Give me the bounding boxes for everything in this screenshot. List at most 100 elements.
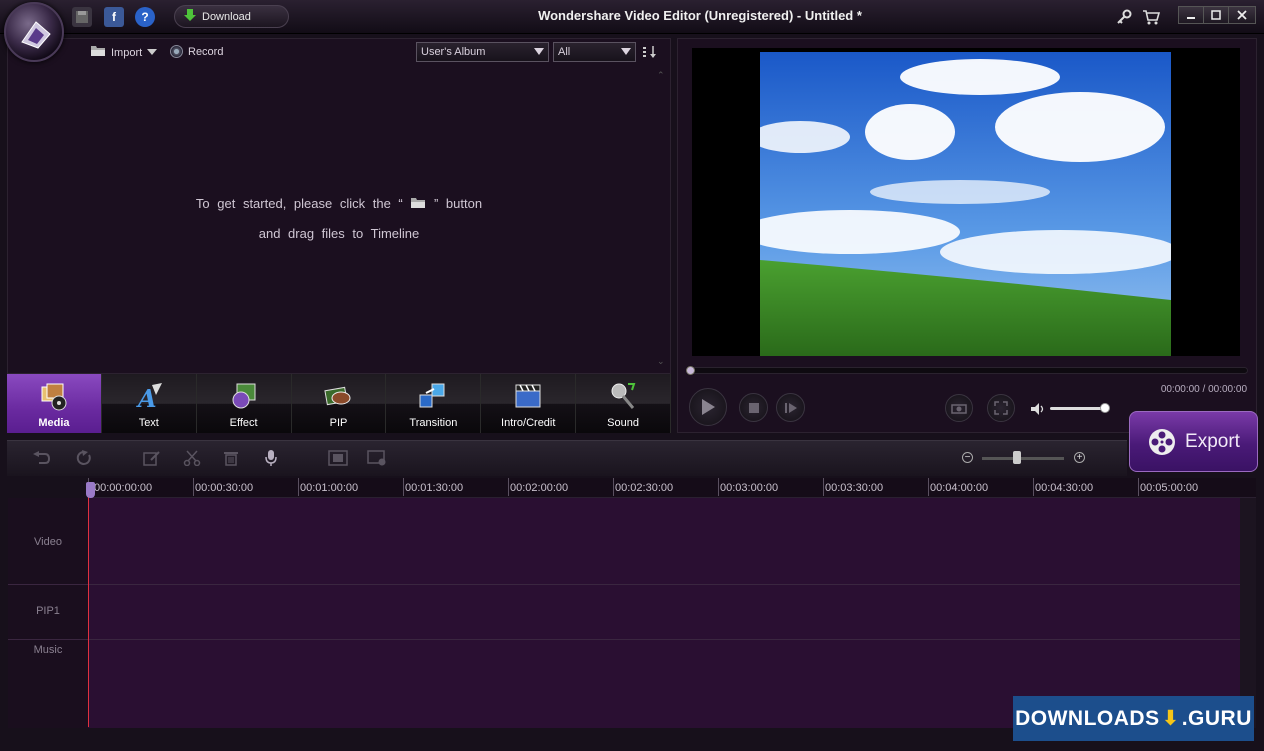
stop-icon — [748, 402, 759, 413]
tab-text-label: Text — [138, 417, 159, 429]
timeline-toolbar — [7, 440, 1127, 476]
microphone-icon — [611, 383, 636, 409]
cart-icon[interactable] — [1142, 9, 1161, 28]
folder-icon — [410, 196, 434, 211]
record-button[interactable]: Record — [170, 45, 223, 58]
ruler-label: 00:03:00:00 — [720, 482, 779, 494]
tab-sound[interactable]: Sound — [576, 374, 672, 433]
tab-transition[interactable]: Transition — [386, 374, 482, 433]
scroll-up-icon[interactable]: ⌃ — [657, 70, 665, 81]
play-button[interactable] — [689, 388, 727, 426]
ruler-tick — [298, 478, 299, 496]
transition-icon — [419, 383, 445, 408]
key-icon[interactable] — [1116, 9, 1132, 28]
tab-sound-label: Sound — [607, 417, 639, 429]
watermark-logo: DOWNLOADS ⬇ .GURU — [1013, 696, 1254, 741]
track-divider — [8, 639, 1240, 640]
close-icon[interactable] — [1228, 6, 1256, 24]
app-logo-icon[interactable] — [4, 2, 64, 62]
hint-text-part1: To get started, please click the “ — [195, 196, 403, 211]
filter-select[interactable]: All — [553, 42, 636, 62]
download-arrow-icon: ⬇ — [1161, 707, 1180, 730]
next-frame-icon — [784, 402, 797, 413]
window-title: Wondershare Video Editor (Unregistered) … — [538, 8, 862, 23]
ruler-label: 00:01:00:00 — [300, 482, 359, 494]
clapperboard-icon — [515, 384, 541, 408]
save-icon[interactable] — [72, 7, 92, 27]
media-icon — [41, 383, 67, 411]
download-button[interactable]: Download — [174, 5, 289, 28]
volume-slider-handle[interactable] — [1100, 403, 1110, 413]
zoom-in-icon[interactable]: + — [1074, 452, 1085, 463]
delete-icon[interactable] — [220, 448, 242, 468]
ruler-label: 00:04:30:00 — [1035, 482, 1094, 494]
film-reel-icon — [1149, 428, 1176, 455]
tab-text[interactable]: A Text — [101, 374, 197, 433]
ruler-tick — [1033, 478, 1034, 496]
fullscreen-button[interactable] — [987, 394, 1015, 422]
timeline-vertical-scrollbar[interactable] — [1240, 498, 1256, 728]
scissors-icon[interactable] — [181, 448, 203, 468]
ruler-tick — [193, 478, 194, 496]
help-icon[interactable]: ? — [135, 7, 155, 27]
album-select[interactable]: User's Album — [416, 42, 549, 62]
playback-progress-handle[interactable] — [686, 366, 695, 375]
track-divider — [8, 584, 1240, 585]
zoom-slider-handle[interactable] — [1013, 451, 1021, 464]
tab-effect-label: Effect — [229, 417, 258, 429]
effect-icon — [232, 383, 256, 409]
minimize-icon[interactable] — [1178, 6, 1204, 24]
export-label: Export — [1185, 430, 1240, 452]
tab-intro-credit-label: Intro/Credit — [501, 417, 556, 429]
tab-intro-credit[interactable]: Intro/Credit — [481, 374, 577, 433]
redo-icon[interactable] — [73, 448, 95, 468]
undo-icon[interactable] — [30, 448, 52, 468]
tab-pip[interactable]: PIP — [291, 374, 387, 433]
settings-icon[interactable] — [366, 448, 388, 468]
ruler-tick — [1138, 478, 1139, 496]
chevron-down-icon — [621, 48, 631, 55]
tab-media-label: Media — [38, 417, 70, 429]
folder-icon — [90, 45, 106, 60]
tab-media[interactable]: Media — [7, 374, 102, 433]
ruler-label: 00:02:30:00 — [615, 482, 674, 494]
download-arrow-icon — [183, 8, 197, 25]
tab-effect[interactable]: Effect — [196, 374, 292, 433]
empty-hint-line1: To get started, please click the “ ” but… — [7, 196, 671, 211]
facebook-icon[interactable]: f — [104, 7, 124, 27]
tab-pip-label: PIP — [329, 417, 348, 429]
sort-icon[interactable] — [642, 45, 658, 62]
download-label: Download — [202, 10, 251, 23]
volume-icon[interactable] — [1030, 402, 1046, 419]
playhead-line[interactable] — [88, 482, 89, 727]
import-label: Import — [111, 46, 143, 59]
track-separators — [8, 498, 1240, 728]
playback-progress-track[interactable] — [686, 367, 1248, 374]
scroll-down-icon[interactable]: ⌄ — [657, 356, 665, 367]
ruler-tick — [403, 478, 404, 496]
record-icon — [170, 45, 183, 58]
timeline-ruler[interactable]: 00:00:00:00 00:00:30:00 00:01:00:00 00:0… — [88, 478, 1256, 498]
crop-icon[interactable] — [327, 448, 349, 468]
time-display: 00:00:00 / 00:00:00 — [1160, 384, 1247, 395]
playhead-handle[interactable] — [86, 482, 95, 498]
ruler-tick — [718, 478, 719, 496]
zoom-out-icon[interactable]: − — [962, 452, 973, 463]
zoom-slider[interactable] — [982, 457, 1064, 460]
ruler-label: 00:04:00:00 — [930, 482, 989, 494]
chevron-down-icon — [147, 47, 158, 59]
stop-button[interactable] — [739, 393, 768, 422]
next-frame-button[interactable] — [776, 393, 805, 422]
watermark-text-left: DOWNLOADS — [1015, 706, 1160, 730]
snapshot-button[interactable] — [945, 394, 973, 422]
album-select-value: User's Album — [421, 46, 486, 58]
tab-transition-label: Transition — [409, 417, 458, 429]
voiceover-mic-icon[interactable] — [260, 448, 282, 468]
category-tabs: Media A Text Effect PIP Transition Intro… — [7, 374, 672, 433]
edit-icon[interactable] — [141, 448, 163, 468]
ruler-tick — [928, 478, 929, 496]
maximize-icon[interactable] — [1203, 6, 1229, 24]
import-button[interactable]: Import — [90, 45, 158, 60]
export-button[interactable]: Export — [1129, 411, 1258, 472]
ruler-label: 00:02:00:00 — [510, 482, 569, 494]
